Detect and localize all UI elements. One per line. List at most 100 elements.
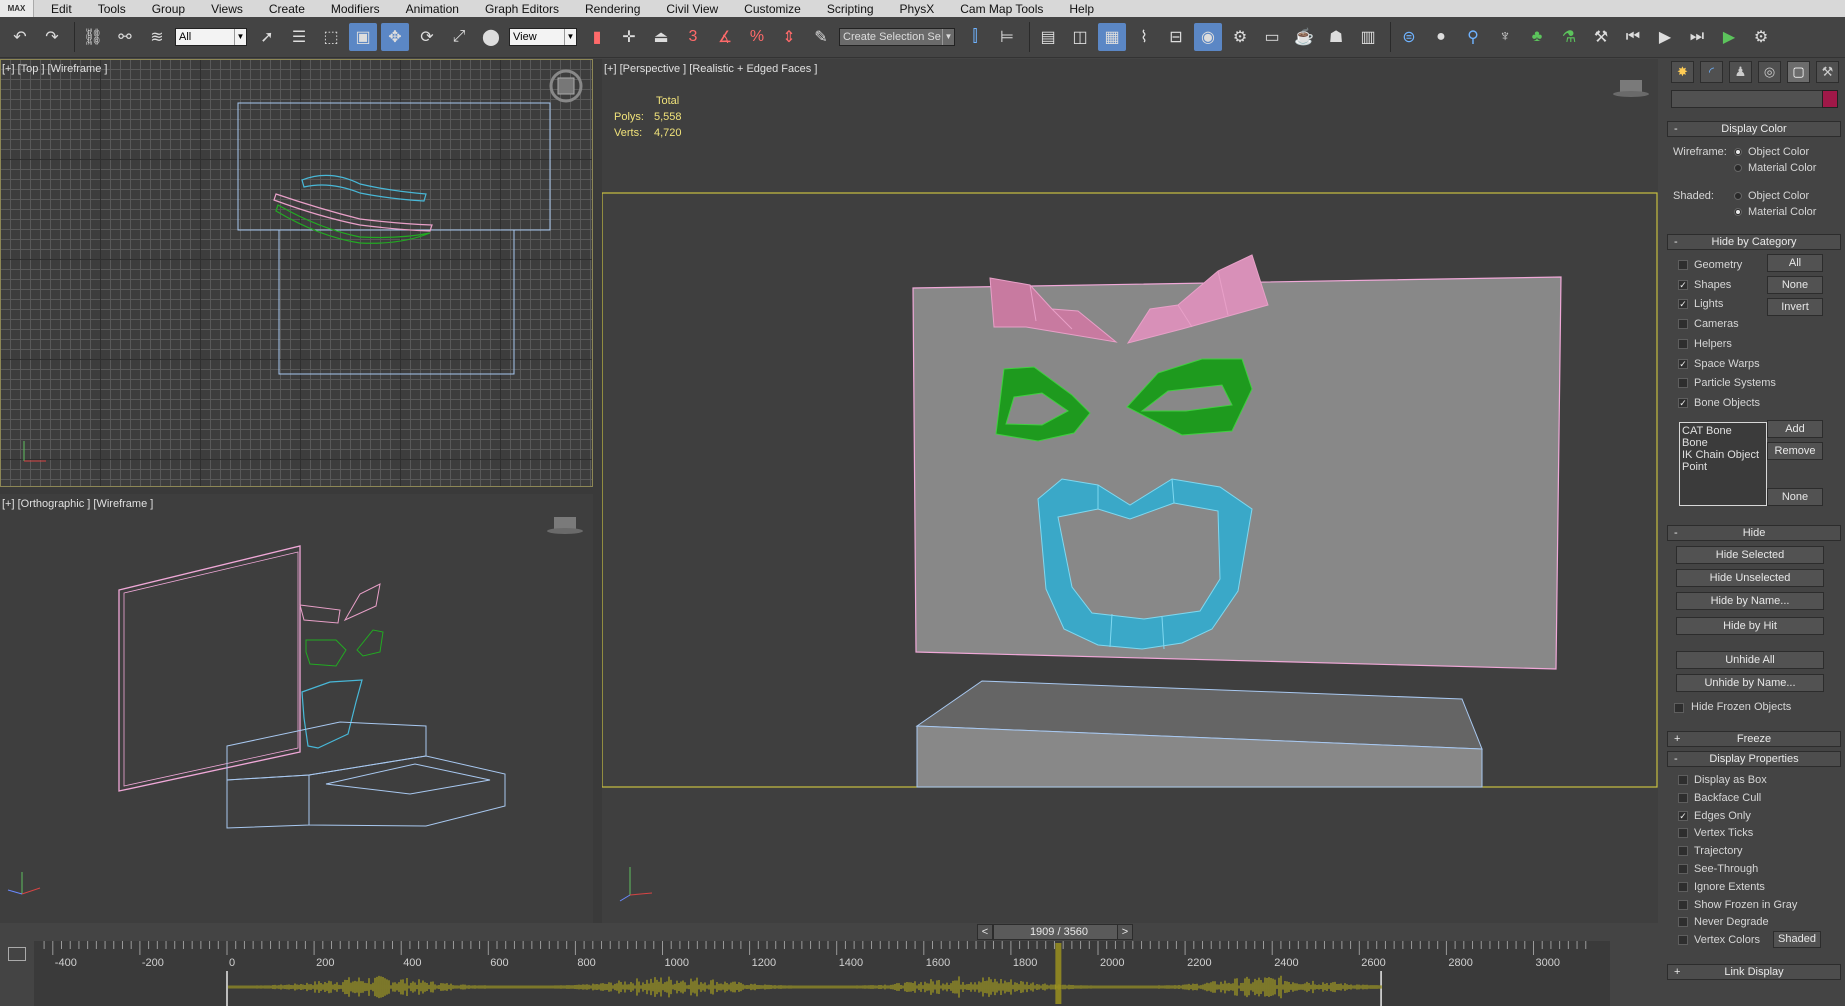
- utilities-tab-icon[interactable]: ⚒: [1816, 61, 1839, 83]
- curve-editor-icon[interactable]: ⌇: [1130, 23, 1158, 51]
- next-frame-button[interactable]: >: [1117, 924, 1133, 940]
- pivot-icon[interactable]: ▮: [583, 23, 611, 51]
- key-mode-icon[interactable]: ▶: [1715, 23, 1743, 51]
- modify-tab-icon[interactable]: ◜: [1700, 61, 1723, 83]
- render-setup-icon[interactable]: ⚙: [1226, 23, 1254, 51]
- category-list-item[interactable]: Bone: [1682, 437, 1764, 449]
- display-prop-checkbox-trajectory[interactable]: [1678, 846, 1688, 857]
- object-name-field[interactable]: [1671, 90, 1823, 108]
- category-all-button[interactable]: All: [1767, 254, 1823, 272]
- viewport-splitter-vertical[interactable]: [593, 59, 602, 923]
- time-slider-thumb[interactable]: 1909 / 3560: [993, 924, 1125, 940]
- select-object-icon[interactable]: ➚: [253, 23, 281, 51]
- menu-physx[interactable]: PhysX: [883, 2, 944, 16]
- rendered-frame-icon[interactable]: ▭: [1258, 23, 1286, 51]
- viewport-camera-icon[interactable]: [547, 517, 583, 534]
- create-tab-icon[interactable]: ✸: [1671, 61, 1694, 83]
- toggle-layer-explorer-icon[interactable]: ◫: [1066, 23, 1094, 51]
- menu-modifiers[interactable]: Modifiers: [314, 2, 389, 16]
- category-checkbox-lights[interactable]: ✓: [1678, 299, 1688, 310]
- category-checkbox-particle-systems[interactable]: [1678, 378, 1688, 389]
- category-list-item[interactable]: Point: [1682, 461, 1764, 473]
- timeline-ruler[interactable]: -400 -200 0 200 400 600 800 1000 1200 1400 1600 180…: [0, 941, 1610, 1006]
- shaded-object-color-radio[interactable]: [1734, 192, 1742, 200]
- menu-cam-map-tools[interactable]: Cam Map Tools: [943, 2, 1052, 16]
- edit-named-selection-icon[interactable]: ✎: [807, 23, 835, 51]
- select-manipulate-icon[interactable]: ✛: [615, 23, 643, 51]
- percent-snap-icon[interactable]: %: [743, 23, 771, 51]
- display-prop-checkbox-display-as-box[interactable]: [1678, 775, 1688, 785]
- category-checkbox-geometry[interactable]: [1678, 260, 1688, 270]
- link-icon[interactable]: ⛓: [79, 23, 107, 51]
- category-list-item[interactable]: IK Chain Object: [1682, 449, 1764, 461]
- menu-group[interactable]: Group: [135, 2, 194, 16]
- menu-edit[interactable]: Edit: [34, 2, 81, 16]
- hide-selected-button[interactable]: Hide Selected: [1676, 546, 1824, 564]
- spinner-snap-icon[interactable]: ⇕: [775, 23, 803, 51]
- hammer-icon[interactable]: ⚒: [1587, 23, 1615, 51]
- display-prop-checkbox-vertex-colors[interactable]: [1678, 935, 1688, 946]
- viewport-camera-icon[interactable]: [1613, 80, 1649, 97]
- display-tab-icon[interactable]: ▢: [1787, 61, 1810, 83]
- rollout-display-properties[interactable]: - Display Properties: [1667, 751, 1841, 767]
- align-icon[interactable]: ⊨: [993, 23, 1021, 51]
- toggle-ribbon-icon[interactable]: ▦: [1098, 23, 1126, 51]
- display-prop-checkbox-see-through[interactable]: [1678, 864, 1688, 874]
- render-cloud-icon[interactable]: ▥: [1354, 23, 1382, 51]
- display-prop-checkbox-vertex-ticks[interactable]: [1678, 828, 1688, 839]
- display-prop-checkbox-show-frozen-in-gray[interactable]: [1678, 899, 1688, 910]
- display-prop-checkbox-edges-only[interactable]: ✓: [1678, 810, 1688, 821]
- menu-customize[interactable]: Customize: [727, 2, 810, 16]
- display-prop-checkbox-never-degrade[interactable]: [1678, 917, 1688, 928]
- hide-by-hit-button[interactable]: Hide by Hit: [1676, 617, 1824, 635]
- menu-rendering[interactable]: Rendering: [568, 2, 649, 16]
- window-crossing-icon[interactable]: ▣: [349, 23, 377, 51]
- category-list[interactable]: CAT Bone Bone IK Chain Object Point: [1679, 422, 1767, 506]
- sphere-icon[interactable]: ●: [1427, 23, 1455, 51]
- category-checkbox-space-warps[interactable]: ✓: [1678, 358, 1688, 369]
- display-prop-checkbox-ignore-extents[interactable]: [1678, 881, 1688, 892]
- category-checkbox-shapes[interactable]: ✓: [1678, 279, 1688, 290]
- category-remove-button[interactable]: Remove: [1767, 442, 1823, 460]
- bind-space-warp-icon[interactable]: ≋: [143, 23, 171, 51]
- render-production-icon[interactable]: ☕: [1290, 23, 1318, 51]
- category-checkbox-bone-objects[interactable]: ✓: [1678, 397, 1688, 408]
- hide-unselected-button[interactable]: Hide Unselected: [1676, 569, 1824, 587]
- category-add-button[interactable]: Add: [1767, 420, 1823, 438]
- trackbar[interactable]: -400 -200 0 200 400 600 800 1000 1200 1400 1600 180…: [0, 941, 1610, 1006]
- flask-icon[interactable]: ⚗: [1555, 23, 1583, 51]
- vertex-colors-shaded-button[interactable]: Shaded: [1773, 931, 1821, 948]
- schematic-view-icon[interactable]: ⊟: [1162, 23, 1190, 51]
- place-icon[interactable]: ⬤: [477, 23, 505, 51]
- hierarchy-tab-icon[interactable]: ♟: [1729, 61, 1752, 83]
- ref-coord-dropdown[interactable]: View ▼: [509, 28, 577, 46]
- display-prop-checkbox-backface-cull[interactable]: [1678, 792, 1688, 803]
- hide-frozen-checkbox[interactable]: [1674, 703, 1684, 713]
- rollout-link-display[interactable]: + Link Display: [1667, 964, 1841, 980]
- category-none-button[interactable]: None: [1767, 276, 1823, 294]
- hide-by-name-button[interactable]: Hide by Name...: [1676, 592, 1824, 610]
- wireframe-object-color-radio[interactable]: [1734, 148, 1742, 156]
- selection-set-dropdown[interactable]: Create Selection Se ▼: [839, 28, 955, 46]
- menu-help[interactable]: Help: [1052, 2, 1103, 16]
- go-end-icon[interactable]: ⏭: [1683, 23, 1711, 51]
- rotate-icon[interactable]: ⟳: [413, 23, 441, 51]
- toggle-scene-explorer-icon[interactable]: ▤: [1034, 23, 1062, 51]
- scale-icon[interactable]: ⤢: [445, 23, 473, 51]
- go-start-icon[interactable]: ⏮: [1619, 23, 1647, 51]
- viewport-orthographic[interactable]: [+] [Orthographic ] [Wireframe ]: [0, 494, 593, 923]
- category-checkbox-helpers[interactable]: [1678, 338, 1688, 349]
- angle-snap-icon[interactable]: ∡: [711, 23, 739, 51]
- menu-create[interactable]: Create: [252, 2, 314, 16]
- object-color-swatch[interactable]: [1822, 90, 1838, 108]
- plant-icon[interactable]: ♣: [1523, 23, 1551, 51]
- prev-frame-button[interactable]: <: [977, 924, 993, 940]
- viewport-splitter-horizontal[interactable]: [0, 487, 593, 494]
- snaps-toggle-icon[interactable]: 3: [679, 23, 707, 51]
- wireframe-material-color-radio[interactable]: [1734, 164, 1742, 172]
- play-icon[interactable]: ▶: [1651, 23, 1679, 51]
- backboard-plane[interactable]: [912, 276, 1562, 670]
- menu-civil-view[interactable]: Civil View: [649, 2, 727, 16]
- material-editor-icon[interactable]: ◉: [1194, 23, 1222, 51]
- render-iterative-icon[interactable]: ☗: [1322, 23, 1350, 51]
